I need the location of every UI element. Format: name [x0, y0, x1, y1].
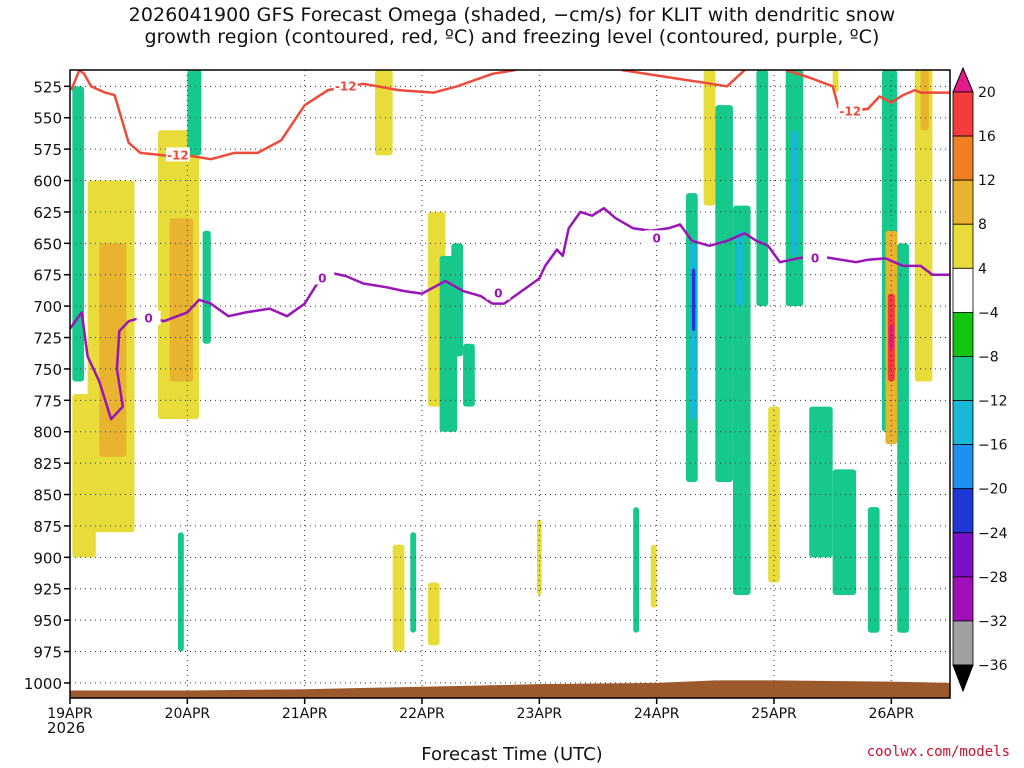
colorbar-band: [952, 91, 974, 137]
x-tick-label: 24APR: [634, 706, 680, 722]
colorbar-tick-label: −36: [978, 658, 1008, 674]
colorbar-band: [952, 576, 974, 622]
y-tick-label: 800: [33, 424, 62, 442]
omega-cell: [691, 268, 696, 332]
colorbar-band: [952, 135, 974, 181]
omega-cell: [99, 243, 127, 457]
y-tick-label: 625: [33, 204, 62, 222]
contour-label: 0: [652, 231, 660, 245]
x-tick-label: 26APR: [869, 706, 915, 722]
x-tick-label: 20APR: [165, 706, 211, 722]
omega-cell: [169, 218, 194, 382]
y-tick-label: 875: [33, 518, 62, 536]
omega-cell: [463, 343, 475, 407]
omega-cell: [410, 532, 417, 633]
y-tick-label: 525: [33, 78, 62, 96]
contour-label: 0: [318, 271, 326, 285]
colorbar-tick-label: 16: [978, 129, 996, 145]
omega-cell: [888, 324, 894, 351]
y-tick-label: 700: [33, 298, 62, 316]
y-tick-label: 850: [33, 487, 62, 505]
colorbar-tick-label: −8: [978, 349, 999, 365]
colorbar-tick-label: −28: [978, 570, 1008, 586]
plot-area: [70, 70, 950, 698]
omega-cell: [177, 532, 184, 652]
y-tick-label: 775: [33, 392, 62, 410]
y-tick-label: 725: [33, 330, 62, 348]
y-tick-label: 825: [33, 455, 62, 473]
y-tick-label: 600: [33, 173, 62, 191]
y-tick-label: 925: [33, 581, 62, 599]
colorbar-tick-label: −4: [978, 305, 999, 321]
omega-cell: [832, 469, 857, 596]
colorbar-band: [952, 400, 974, 446]
y-tick-label: 675: [33, 267, 62, 285]
omega-cross-section-chart: -12 -12 -12 0 0 0 0 0 525 550 575 600 625 650 675 700 72…: [24, 66, 1008, 722]
omega-cell: [736, 230, 744, 307]
colorbar-top-arrow: [952, 66, 974, 93]
omega-cell: [451, 243, 464, 357]
colorbar-band: [952, 532, 974, 578]
contour-label: -12: [335, 79, 357, 93]
omega-cell: [72, 394, 96, 558]
omega-cell: [867, 507, 880, 633]
contour-label: 0: [144, 312, 152, 326]
omega-cell: [650, 544, 657, 608]
contour-label: 0: [494, 287, 502, 301]
y-tick-label: 900: [33, 549, 62, 567]
colorbar-tick-label: −20: [978, 482, 1008, 498]
colorbar-band: [952, 488, 974, 534]
x-tick-label: 21APR: [282, 706, 328, 722]
contour-label: -12: [167, 148, 189, 162]
colorbar-tick-label: −16: [978, 438, 1008, 454]
omega-cell: [756, 70, 769, 307]
omega-cell: [809, 406, 833, 558]
colorbar-tick-label: −12: [978, 394, 1008, 410]
omega-cell: [715, 105, 733, 482]
x-tick-label: 23APR: [517, 706, 563, 722]
colorbar-tick-label: 12: [978, 173, 996, 189]
x-axis-year: 2026: [47, 719, 86, 737]
colorbar-band: [952, 444, 974, 490]
y-tick-label: 950: [33, 612, 62, 630]
colorbar-tick-label: 20: [978, 85, 996, 101]
omega-cell: [375, 70, 393, 156]
y-tick-label: 1000: [24, 675, 62, 693]
y-tick-label: 750: [33, 361, 62, 379]
omega-cell: [897, 243, 909, 633]
omega-cell: [392, 544, 405, 652]
omega-cell: [703, 70, 716, 206]
y-tick-label: 550: [33, 110, 62, 128]
x-tick-label: 25APR: [751, 706, 797, 722]
omega-cell: [633, 507, 640, 633]
colorbar-band: [952, 179, 974, 225]
omega-cell: [791, 130, 798, 256]
colorbar-band: [952, 311, 974, 357]
omega-cell: [768, 406, 780, 583]
colorbar-tick-label: −32: [978, 614, 1008, 630]
colorbar-tick-label: 8: [978, 217, 987, 233]
y-tick-label: 650: [33, 235, 62, 253]
colorbar-bottom-arrow: [952, 664, 974, 693]
y-tick-label: 975: [33, 644, 62, 662]
contour-label: 0: [811, 251, 819, 265]
contour-label: -12: [839, 104, 861, 118]
colorbar-tick-label: −24: [978, 526, 1008, 542]
omega-cell: [202, 230, 211, 344]
omega-cell: [187, 70, 202, 156]
omega-cell: [72, 86, 85, 382]
colorbar-band: [952, 223, 974, 269]
y-tick-label: 575: [33, 141, 62, 159]
colorbar-band: [952, 356, 974, 401]
x-tick-label: 22APR: [399, 706, 445, 722]
source-credit[interactable]: coolwx.com/models: [867, 744, 1010, 760]
colorbar-band: [952, 620, 974, 666]
omega-cell: [427, 582, 440, 646]
omega-cell: [920, 70, 929, 131]
colorbar-tick-label: 4: [978, 261, 987, 277]
colorbar-band: [952, 267, 974, 313]
